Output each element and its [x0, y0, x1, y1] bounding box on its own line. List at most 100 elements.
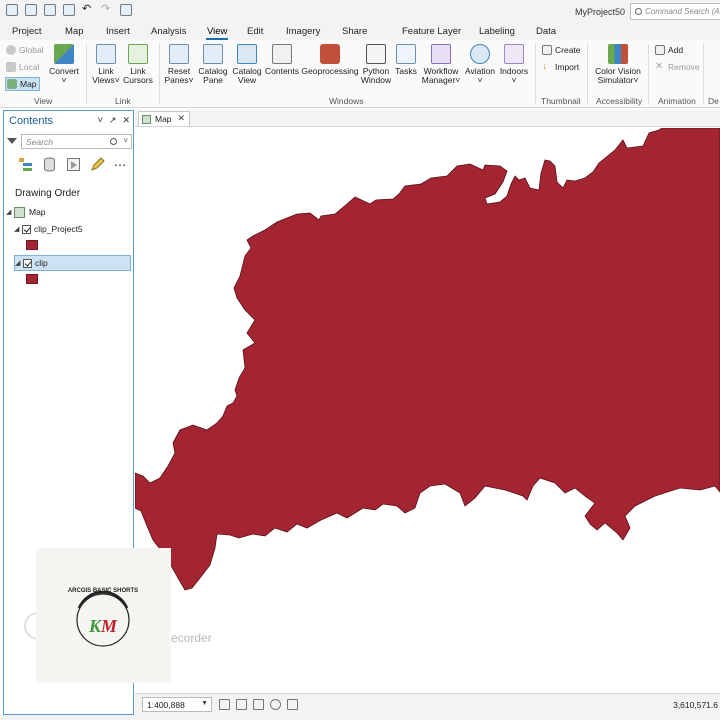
- layer-row-clip-project5[interactable]: ◢ clip_Project5: [14, 221, 83, 237]
- filter-icon[interactable]: [7, 138, 17, 144]
- catalog-pane-button[interactable]: Catalog Pane: [196, 44, 230, 85]
- channel-logo-watermark: ARCGIS BASIC SHORTS KM: [36, 548, 171, 683]
- grid-icon[interactable]: [219, 699, 230, 710]
- tab-project[interactable]: Project: [12, 26, 42, 37]
- refresh-icon[interactable]: [270, 699, 281, 710]
- bottom-edge: [0, 715, 720, 720]
- reset-panes-button[interactable]: Reset Panes˅: [163, 44, 195, 85]
- symbol-swatch-clip-project5[interactable]: [26, 240, 38, 250]
- group-label-view: View: [34, 96, 53, 106]
- aviation-button[interactable]: Aviation ˅: [462, 44, 498, 85]
- airplane-icon: [470, 44, 490, 64]
- layer-visibility-checkbox[interactable]: [23, 258, 32, 268]
- collapse-arrow-icon[interactable]: ◢: [15, 259, 23, 267]
- geoprocessing-button[interactable]: Geoprocessing: [300, 44, 360, 76]
- remove-animation-button[interactable]: ✕ Remove: [655, 61, 700, 73]
- group-label-windows: Windows: [329, 96, 364, 106]
- snapping-icon[interactable]: [253, 699, 264, 710]
- ribbon: Global Local Map Convert ˅ View Link Views…: [0, 40, 720, 108]
- indoors-button[interactable]: Indoors ˅: [497, 44, 531, 85]
- map-canvas[interactable]: [135, 128, 720, 693]
- coordinate-readout: 3,610,571.6: [673, 700, 718, 710]
- save-icon[interactable]: [44, 4, 56, 16]
- tab-analysis[interactable]: Analysis: [151, 26, 186, 37]
- command-search-input[interactable]: Command Search (Alt: [630, 3, 720, 20]
- close-icon: ✕: [655, 61, 664, 72]
- map-svg: [135, 128, 720, 591]
- create-thumbnail-icon: [542, 45, 552, 55]
- selection-icon[interactable]: [66, 157, 81, 172]
- indoors-icon: [504, 44, 524, 64]
- workflow-manager-button[interactable]: Workflow Manager˅: [420, 44, 462, 85]
- table-icon[interactable]: [236, 699, 247, 710]
- symbol-swatch-clip[interactable]: [26, 274, 38, 284]
- drawing-order-heading: Drawing Order: [15, 188, 81, 199]
- collapse-arrow-icon[interactable]: ◢: [6, 208, 14, 216]
- tab-data[interactable]: Data: [536, 26, 556, 37]
- redo-icon[interactable]: ↷: [101, 4, 113, 16]
- tab-share[interactable]: Share: [342, 26, 367, 37]
- contents-pane-title: Contents: [9, 115, 54, 127]
- chevron-down-icon[interactable]: ˅: [123, 136, 128, 145]
- pause-drawing-icon[interactable]: [287, 699, 298, 710]
- tab-view[interactable]: View: [205, 26, 229, 40]
- local-scene-icon: [6, 62, 16, 72]
- chevron-down-icon[interactable]: ˅: [98, 115, 103, 126]
- chevron-down-icon: ▼: [201, 700, 208, 707]
- reset-panes-icon: [169, 44, 189, 64]
- print-icon[interactable]: [63, 4, 75, 16]
- map-view-tab[interactable]: Map ✕: [138, 111, 190, 126]
- more-options-icon[interactable]: ⋯: [114, 159, 126, 171]
- group-label-link: Link: [115, 96, 131, 106]
- tab-insert[interactable]: Insert: [106, 26, 130, 37]
- layer-visibility-checkbox[interactable]: [22, 224, 31, 234]
- global-button[interactable]: Global: [6, 45, 44, 55]
- link-views-button[interactable]: Link Views˅: [90, 44, 122, 85]
- chevron-down-icon: ˅: [61, 75, 67, 85]
- logo-letters: KM: [88, 616, 118, 636]
- new-project-icon[interactable]: [6, 4, 18, 16]
- link-cursors-button[interactable]: Link Cursors: [122, 44, 154, 85]
- map-icon: [7, 79, 17, 89]
- customize-toolbar-icon[interactable]: [120, 4, 132, 16]
- pin-icon[interactable]: ↗: [109, 115, 117, 126]
- tasks-button[interactable]: Tasks: [393, 44, 419, 76]
- undo-icon[interactable]: ↶: [82, 4, 94, 16]
- add-animation-button[interactable]: Add: [655, 45, 683, 55]
- local-button[interactable]: Local: [6, 62, 39, 72]
- drawing-order-icon[interactable]: [18, 157, 33, 172]
- status-tools: [219, 699, 298, 710]
- convert-button[interactable]: Convert ˅: [48, 44, 80, 85]
- catalog-view-button[interactable]: Catalog View: [230, 44, 264, 85]
- import-thumbnail-button[interactable]: ↓ Import: [542, 62, 579, 73]
- create-thumbnail-button[interactable]: Create: [542, 45, 581, 55]
- contents-button[interactable]: Contents: [263, 44, 301, 76]
- color-vision-simulator-button[interactable]: Color Vision Simulator˅: [592, 44, 644, 85]
- close-icon[interactable]: ✕: [122, 115, 130, 126]
- contents-search-input[interactable]: Search ˅: [21, 134, 132, 149]
- collapse-arrow-icon[interactable]: ◢: [14, 225, 22, 233]
- open-project-icon[interactable]: [25, 4, 37, 16]
- python-window-button[interactable]: Python Window: [359, 44, 393, 85]
- tab-map[interactable]: Map: [65, 26, 83, 37]
- quick-access-toolbar: ↶ ↷: [6, 4, 132, 16]
- close-icon[interactable]: ✕: [177, 113, 185, 124]
- convert-icon: [54, 44, 74, 64]
- map-view-button[interactable]: Map: [5, 77, 40, 91]
- km-logo: ARCGIS BASIC SHORTS KM: [68, 588, 138, 647]
- title-bar: ↶ ↷ MyProject50 Command Search (Alt: [0, 0, 720, 24]
- globe-icon: [6, 45, 16, 55]
- layer-row-clip[interactable]: ◢ clip: [14, 255, 131, 271]
- tab-edit[interactable]: Edit: [247, 26, 263, 37]
- search-icon: [635, 8, 642, 15]
- pencil-icon[interactable]: [90, 157, 105, 172]
- color-vision-icon: [608, 44, 628, 64]
- tab-feature-layer[interactable]: Feature Layer: [402, 26, 461, 37]
- tab-labeling[interactable]: Labeling: [479, 26, 515, 37]
- link-views-icon: [96, 44, 116, 64]
- map-view-tabbar: Map ✕: [135, 110, 720, 127]
- map-tree-item[interactable]: ◢ Map: [6, 204, 46, 220]
- database-icon[interactable]: [42, 157, 57, 172]
- scale-selector[interactable]: 1:400,888 ▼: [142, 697, 212, 712]
- tab-imagery[interactable]: Imagery: [286, 26, 320, 37]
